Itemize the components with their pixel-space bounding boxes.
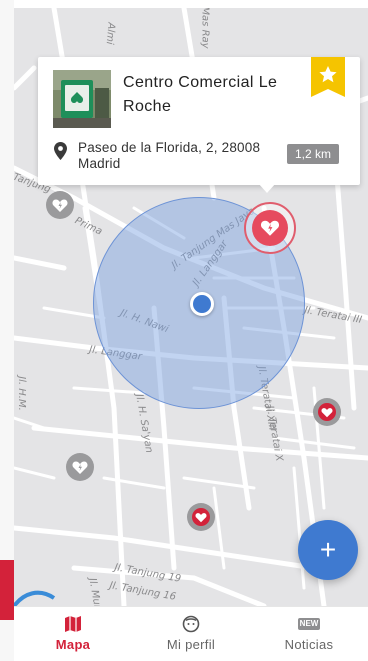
street-label: Jl. H.M. xyxy=(15,376,27,411)
location-address: Paseo de la Florida, 2, 28008 Madrid xyxy=(78,140,261,171)
heart-icon xyxy=(195,512,207,522)
map-icon xyxy=(63,615,83,633)
heart-icon xyxy=(72,461,88,474)
aed-cabinet-image xyxy=(53,70,111,128)
new-badge-icon: NEW xyxy=(297,615,321,633)
nav-label: Mapa xyxy=(55,637,91,652)
new-badge: NEW xyxy=(297,618,321,630)
nav-item-mapa[interactable]: Mapa xyxy=(14,607,132,661)
heart-icon xyxy=(321,407,333,417)
add-button[interactable]: + xyxy=(298,520,358,580)
aed-marker-inner xyxy=(318,403,336,421)
bottom-navigation: Mapa Mi perfil NEW Noticias xyxy=(14,606,368,661)
face-icon xyxy=(181,615,201,633)
aed-marker-inner xyxy=(192,508,210,526)
user-location-dot xyxy=(190,292,214,316)
card-pointer xyxy=(258,183,276,193)
selected-aed-marker-inner xyxy=(252,210,288,246)
aed-marker[interactable] xyxy=(313,398,341,426)
location-pin-icon xyxy=(54,142,67,160)
location-thumbnail xyxy=(53,70,111,128)
selected-aed-marker[interactable] xyxy=(244,202,296,254)
heart-icon xyxy=(260,220,280,236)
aed-marker[interactable] xyxy=(46,191,74,219)
favorite-bookmark[interactable] xyxy=(311,57,345,97)
location-info-card[interactable]: Centro Comercial Le Roche Paseo de la Fl… xyxy=(38,57,360,185)
nav-label: Noticias xyxy=(284,637,334,652)
nav-label: Mi perfil xyxy=(166,637,216,652)
star-icon xyxy=(311,57,345,97)
nav-item-noticias[interactable]: NEW Noticias xyxy=(250,607,368,661)
heart-icon xyxy=(52,199,68,212)
distance-badge: 1,2 km xyxy=(287,144,340,164)
nav-item-mi-perfil[interactable]: Mi perfil xyxy=(132,607,250,661)
aed-marker[interactable] xyxy=(187,503,215,531)
street-label: Mas Ray xyxy=(199,8,211,49)
left-edge-accent xyxy=(0,560,14,620)
street-label: Almi xyxy=(103,21,117,46)
location-title: Centro Comercial Le Roche xyxy=(123,74,278,115)
aed-marker[interactable] xyxy=(66,453,94,481)
app-screen: Mas Ray Jl. Tanjung Mas Jaya Jl. Teratai… xyxy=(0,0,368,661)
